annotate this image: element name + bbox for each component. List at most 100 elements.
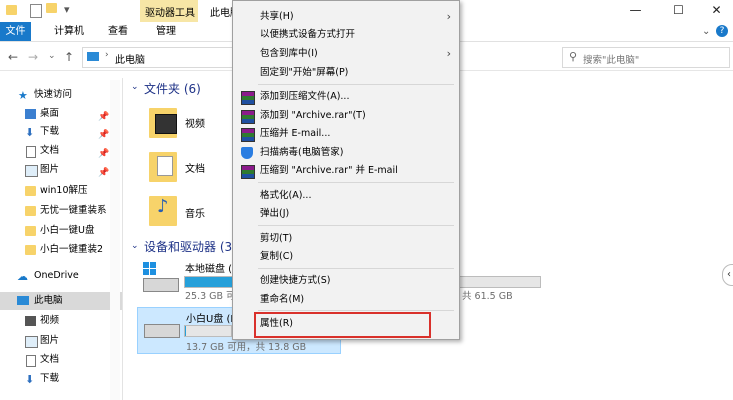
desktop-icon [25,109,36,119]
menu-item-rename[interactable]: 重命名(M) [233,291,459,309]
group-header-folders[interactable]: 文件夹 (6) [144,80,201,97]
folder-videos[interactable] [145,104,185,144]
properties-icon[interactable] [30,4,42,18]
folder-icon [25,186,36,196]
new-folder-icon[interactable] [46,3,57,14]
nav-folder-win10[interactable]: win10解压 [0,182,122,200]
winrar-icon [241,165,255,179]
menu-item-format[interactable]: 格式化(A)... [233,187,459,205]
menu-item-add-archive[interactable]: 添加到压缩文件(A)... [233,88,459,106]
collapse-ribbon-icon[interactable]: ⌄ [702,26,710,37]
pictures-icon [25,165,38,177]
menu-item-include-library[interactable]: 包含到库中(I) › [233,45,459,63]
menu-item-cut[interactable]: 剪切(T) [233,230,459,248]
document-icon [157,156,173,176]
folder-label-documents: 文档 [185,164,205,175]
maximize-button[interactable]: ☐ [662,0,695,22]
nav-this-pc[interactable]: 此电脑 [0,292,122,310]
customize-toolbar-icon[interactable]: ▾ [64,3,70,16]
nav-folder-xiaobai-reinstall[interactable]: 小白一键重装2 [0,241,122,259]
folder-icon [25,206,36,216]
help-icon[interactable]: ? [716,25,728,37]
nav-videos[interactable]: 视频 [0,312,122,330]
menu-item-create-shortcut[interactable]: 创建快捷方式(S) [233,272,459,290]
menu-item-eject[interactable]: 弹出(J) [233,205,459,223]
menu-item-copy[interactable]: 复制(C) [233,248,459,266]
minimize-button[interactable]: — [619,0,652,22]
search-icon: ⚲ [569,50,578,63]
folder-documents[interactable] [145,148,185,188]
nav-desktop[interactable]: 桌面 📌 [0,105,122,123]
context-menu: 共享(H) › 以便携式设备方式打开 包含到库中(I) › 固定到"开始"屏幕(P)… [232,0,460,340]
drive-usage-bar [184,325,232,337]
pin-icon: 📌 [98,130,110,140]
nav-pictures[interactable]: 图片 📌 [0,161,122,179]
pin-icon: 📌 [98,149,110,159]
nav-downloads-pc[interactable]: ⬇ 下载 [0,370,122,388]
download-icon: ⬇ [25,126,35,139]
breadcrumb[interactable]: 此电脑 [115,51,145,66]
context-tab-header: 驱动器工具 [140,0,198,22]
usb-drive-icon [144,324,180,338]
drive-total-space: , 共 61.5 GB [456,291,513,302]
chevron-down-icon[interactable]: ⌄ [131,241,139,251]
recent-locations-chevron-icon[interactable]: ⌄ [48,51,56,61]
tab-manage[interactable]: 管理 [150,22,182,41]
winrar-icon [241,128,255,142]
search-input[interactable]: ⚲ 搜索"此电脑" [562,47,730,68]
pictures-icon [25,336,38,348]
menu-item-share[interactable]: 共享(H) › [233,8,459,26]
address-field[interactable]: › 此电脑 [82,47,234,68]
music-note-icon: ♪ [157,196,169,217]
menu-item-compress-rar-email[interactable]: 压缩到 "Archive.rar" 并 E-mail [233,162,459,180]
download-icon: ⬇ [25,373,35,386]
folder-label-music: 音乐 [185,209,205,220]
folder-music[interactable]: ♪ [145,192,185,232]
document-icon [26,355,36,367]
nav-documents[interactable]: 文档 📌 [0,142,122,160]
close-button[interactable]: ✕ [700,0,733,22]
nav-scrollbar[interactable] [110,80,120,400]
back-arrow-icon[interactable]: ← [8,50,18,64]
nav-pictures-pc[interactable]: 图片 [0,332,122,350]
menu-item-pin-start[interactable]: 固定到"开始"屏幕(P) [233,64,459,82]
nav-downloads[interactable]: ⬇ 下载 📌 [0,123,122,141]
forward-arrow-icon[interactable]: → [28,50,38,64]
tab-view[interactable]: 查看 [102,22,134,41]
nav-documents-pc[interactable]: 文档 [0,351,122,369]
folder-icon [25,245,36,255]
drive-space: 13.7 GB 可用，共 13.8 GB [186,342,307,353]
menu-item-open-portable[interactable]: 以便携式设备方式打开 [233,26,459,44]
winrar-icon [241,110,255,124]
computer-icon [17,296,29,305]
tab-file[interactable]: 文件 [0,22,31,41]
nav-folder-xiaobai-usb[interactable]: 小白一键U盘 [0,222,122,240]
nav-folder-wuyou[interactable]: 无忧一键重装系 [0,202,122,220]
up-arrow-icon[interactable]: ↑ [64,50,74,64]
tab-computer[interactable]: 计算机 [48,22,90,41]
menu-item-add-archive-rar[interactable]: 添加到 "Archive.rar"(T) [233,107,459,125]
nav-onedrive[interactable]: ☁ OneDrive [0,267,122,285]
pin-icon: 📌 [98,168,110,178]
nav-quick-access[interactable]: ★ 快速访问 [0,86,122,104]
highlight-box [254,312,431,338]
drive-name: 小白U盘 (E [186,314,237,325]
computer-icon [87,52,99,61]
star-icon: ★ [18,89,28,102]
pin-icon: 📌 [98,112,110,122]
menu-item-compress-email[interactable]: 压缩并 E-mail... [233,125,459,143]
chevron-down-icon[interactable]: ⌄ [131,82,139,92]
preview-pane-toggle[interactable]: ‹ [722,264,733,286]
group-header-devices[interactable]: 设备和驱动器 (3 [144,238,232,255]
winrar-icon [241,91,255,105]
hard-drive-icon [143,278,179,292]
menu-separator [258,268,454,269]
menu-item-scan-virus[interactable]: 扫描病毒(电脑管家) [233,144,459,162]
chevron-right-icon: › [446,10,451,23]
document-icon [26,146,36,158]
menu-separator [258,225,454,226]
video-icon [25,316,36,326]
windows-logo-icon [143,262,157,276]
drive-name: 本地磁盘 ( [185,264,233,275]
shield-icon [241,147,253,159]
